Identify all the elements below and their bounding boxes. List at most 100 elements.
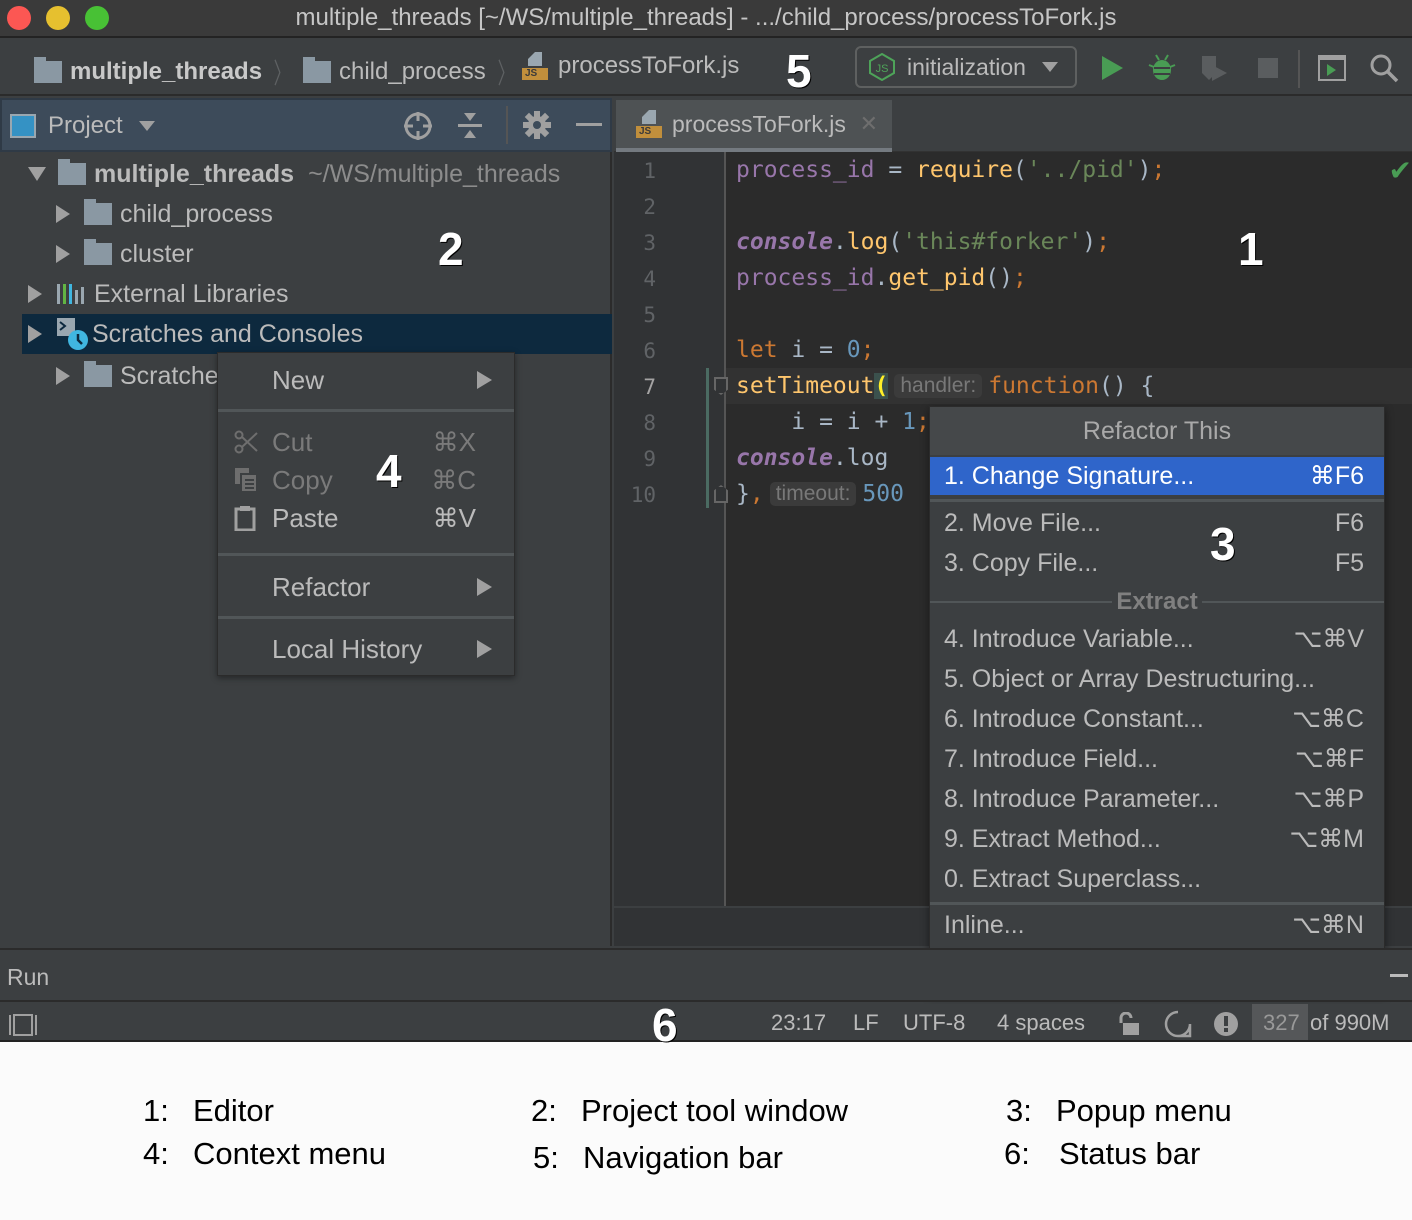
locate-file-icon[interactable] [402, 110, 434, 142]
popup-item-introduce-variable[interactable]: 4. Introduce Variable... ⌥⌘V [930, 620, 1384, 658]
memory-total: of 990M [1310, 1010, 1390, 1035]
hector-inspector-icon[interactable] [1164, 1010, 1192, 1038]
editor-tab-bar: JS processToFork.js ✕ [614, 98, 1412, 152]
popup-item-shortcut: ⌥⌘C [1292, 705, 1364, 733]
breadcrumb-process-to-fork[interactable]: JS processToFork.js [522, 52, 739, 80]
vcs-change-marker[interactable] [706, 368, 709, 508]
close-tab-icon[interactable]: ✕ [860, 111, 878, 137]
minimize-icon[interactable] [1390, 974, 1408, 977]
paste-icon [234, 506, 256, 531]
collapse-all-icon[interactable] [456, 110, 484, 142]
popup-item-introduce-constant[interactable]: 6. Introduce Constant... ⌥⌘C [930, 700, 1384, 738]
tree-item-external-libraries[interactable]: External Libraries [0, 274, 612, 314]
popup-item-extract-method[interactable]: 9. Extract Method... ⌥⌘M [930, 820, 1384, 858]
expand-arrow-icon[interactable] [28, 167, 46, 181]
hide-panel-button[interactable] [576, 123, 602, 126]
project-window-icon [10, 114, 36, 138]
popup-item-copy-file[interactable]: 3. Copy File... F5 [930, 544, 1384, 582]
terminal-button[interactable] [1316, 52, 1348, 84]
line-number: 10 [630, 483, 656, 507]
popup-item-introduce-field[interactable]: 7. Introduce Field... ⌥⌘F [930, 740, 1384, 778]
coverage-button[interactable] [1198, 52, 1230, 84]
window-title: multiple_threads [~/WS/multiple_threads]… [295, 4, 1117, 31]
run-tool-window-title[interactable]: Run [7, 964, 49, 991]
collapse-arrow-icon[interactable] [56, 245, 70, 263]
line-number-current: 7 [643, 375, 656, 399]
project-view-dropdown[interactable]: Project [10, 112, 155, 140]
popup-item-label: 8. Introduce Parameter... [944, 784, 1220, 813]
menu-item-shortcut: ⌘V [432, 502, 476, 533]
context-menu-cut[interactable]: Cut ⌘X [218, 423, 514, 461]
popup-item-destructuring[interactable]: 5. Object or Array Destructuring... [930, 660, 1384, 698]
js-file-icon: JS [636, 110, 662, 138]
debug-icon [1148, 54, 1176, 80]
inspection-ok-icon[interactable]: ✔ [1389, 154, 1412, 187]
debug-button[interactable] [1146, 52, 1178, 84]
menu-item-label: Cut [272, 426, 313, 457]
legend-label: Popup menu [1056, 1093, 1232, 1128]
popup-item-shortcut: ⌥⌘P [1293, 785, 1364, 813]
run-button[interactable] [1096, 52, 1128, 84]
gear-icon[interactable] [522, 110, 552, 140]
tree-item-label: External Libraries [94, 279, 289, 308]
tool-windows-toggle-icon[interactable] [8, 1014, 38, 1036]
run-configuration-label: initialization [907, 53, 1026, 80]
code-line[interactable]: process_id. get_pid(); [736, 260, 1027, 296]
code-line[interactable]: console. log('this#forker'); [736, 224, 1110, 260]
collapse-arrow-icon[interactable] [56, 205, 70, 223]
code-line[interactable]: process_id = require('../pid'); [736, 152, 1165, 188]
title-bar: multiple_threads [~/WS/multiple_threads]… [0, 0, 1412, 38]
code-line[interactable]: let i = 0; [736, 332, 875, 368]
inlay-hint: timeout: [769, 482, 857, 506]
tree-item-cluster[interactable]: cluster [0, 234, 612, 274]
context-menu-local-history[interactable]: Local History [218, 630, 514, 668]
popup-item-inline[interactable]: Inline... ⌥⌘N [930, 906, 1384, 944]
legend-label: Project tool window [581, 1093, 849, 1128]
context-menu-paste[interactable]: Paste ⌘V [218, 499, 514, 537]
tree-item-multiple-threads[interactable]: multiple_threads ~/WS/multiple_threads [0, 154, 612, 194]
search-icon [1370, 54, 1399, 83]
run-configuration-dropdown[interactable]: JS initialization [855, 46, 1077, 88]
tree-item-child-process[interactable]: child_process [0, 194, 612, 234]
legend-number: 3: [1006, 1093, 1032, 1128]
unlock-icon[interactable] [1116, 1012, 1142, 1036]
context-menu-refactor[interactable]: Refactor [218, 568, 514, 606]
code-line[interactable]: setTimeout( handler: function() { [736, 368, 1154, 404]
tree-item-path-hint: ~/WS/multiple_threads [308, 159, 561, 188]
popup-item-shortcut: ⌥⌘F [1294, 745, 1364, 773]
caret-position[interactable]: 23:17 [771, 1010, 826, 1036]
code-line[interactable]: console .log [736, 440, 888, 476]
popup-item-change-signature[interactable]: 1. Change Signature... ⌘F6 [930, 457, 1384, 495]
code-line[interactable]: }, timeout: 500 [736, 476, 904, 512]
context-menu-copy[interactable]: Copy ⌘C [218, 461, 514, 499]
breadcrumb-child-process[interactable]: child_process 〉 [303, 52, 526, 92]
indent-setting[interactable]: 4 spaces [997, 1010, 1085, 1036]
popup-item-label: 7. Introduce Field... [944, 744, 1159, 773]
popup-item-extract-superclass[interactable]: 0. Extract Superclass... [930, 860, 1384, 898]
collapse-arrow-icon[interactable] [28, 325, 42, 343]
tree-item-scratches-and-consoles[interactable]: Scratches and Consoles [22, 314, 612, 354]
annotation-status-bar: 6 [652, 999, 678, 1051]
code-line[interactable]: i = i + 1; [736, 404, 930, 440]
popup-item-shortcut: ⌥⌘V [1293, 625, 1364, 653]
line-number: 4 [643, 267, 656, 291]
menu-item-label: New [272, 364, 325, 395]
collapse-arrow-icon[interactable] [28, 285, 42, 303]
tab-process-to-fork[interactable]: JS processToFork.js ✕ [616, 100, 892, 152]
collapse-arrow-icon[interactable] [56, 367, 70, 385]
stop-button[interactable] [1252, 52, 1284, 84]
popup-item-label: 0. Extract Superclass... [944, 864, 1202, 893]
popup-item-move-file[interactable]: 2. Move File... F6 [930, 504, 1384, 542]
js-file-icon: JS [522, 52, 548, 80]
popup-item-introduce-parameter[interactable]: 8. Introduce Parameter... ⌥⌘P [930, 780, 1384, 818]
nodejs-icon: JS [869, 53, 895, 81]
line-separator[interactable]: LF [853, 1010, 879, 1036]
context-menu-new[interactable]: New [218, 361, 514, 399]
breadcrumb-multiple-threads[interactable]: multiple_threads 〉 [34, 52, 302, 92]
file-encoding[interactable]: UTF-8 [903, 1010, 965, 1036]
search-everywhere-button[interactable] [1368, 52, 1400, 84]
legend-item: 1: Editor [143, 1093, 274, 1129]
event-log-icon[interactable] [1212, 1010, 1240, 1038]
tree-item-label: Scratches and Consoles [92, 319, 363, 348]
stop-icon [1258, 58, 1278, 78]
